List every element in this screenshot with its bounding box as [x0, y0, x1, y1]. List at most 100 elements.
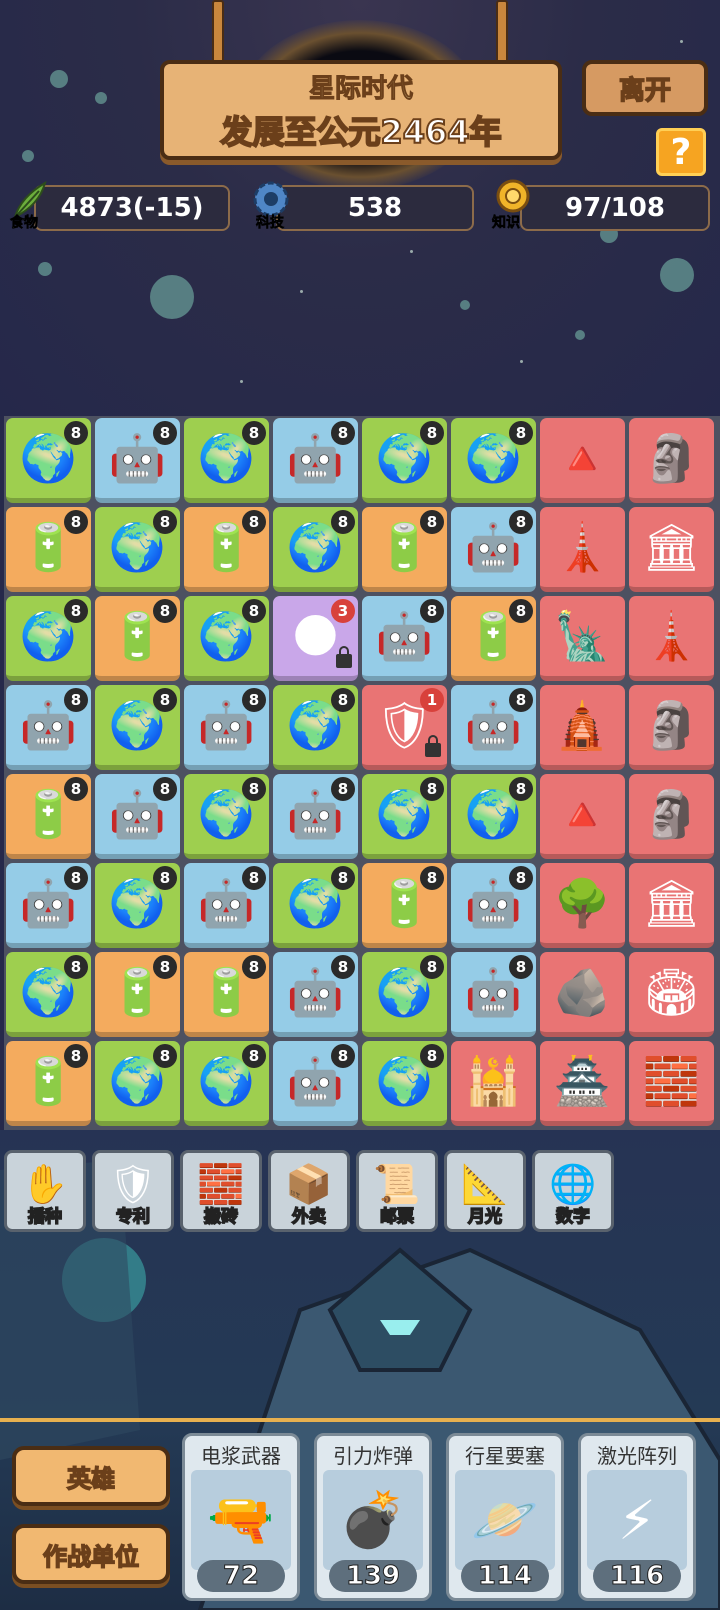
tile-battery[interactable]: 🔋 8 [95, 952, 180, 1037]
tile-knight[interactable]: 🛡 1 [362, 685, 447, 770]
unit-card-2[interactable]: 行星要塞 🪐 114 [446, 1433, 564, 1601]
wonder-tile-gardens[interactable]: 🌳 [540, 863, 625, 948]
tool-label: 播种 [27, 1206, 63, 1228]
tile-earth[interactable]: 🌍 8 [184, 596, 269, 681]
tile-level-badge: 8 [509, 510, 533, 534]
wonder-tile-liberty[interactable]: 🗽 [540, 596, 625, 681]
hero-button[interactable]: 英雄 [12, 1446, 170, 1506]
angkor-wat-icon: 🛕 [553, 698, 612, 752]
tool-button-6[interactable]: 🌐 数字 [532, 1150, 614, 1232]
tile-earth[interactable]: 🌍 8 [6, 418, 91, 503]
tool-button-3[interactable]: 📦 外卖 [268, 1150, 350, 1232]
tile-mecha[interactable]: 🤖 8 [184, 685, 269, 770]
tool-label: 月光 [467, 1206, 503, 1228]
wonder-tile-tajmahal[interactable]: 🕌 [451, 1041, 536, 1126]
tile-battery[interactable]: 🔋 8 [6, 1041, 91, 1126]
tile-battery[interactable]: 🔋 8 [184, 952, 269, 1037]
tile-earth[interactable]: 🌍 8 [273, 685, 358, 770]
tile-mecha[interactable]: 🤖 8 [451, 952, 536, 1037]
tile-earth[interactable]: 🌍 8 [184, 1041, 269, 1126]
tile-asteroid[interactable]: 🌑 3 [273, 596, 358, 681]
tile-earth[interactable]: 🌍 8 [362, 774, 447, 859]
tile-earth[interactable]: 🌍 8 [451, 774, 536, 859]
tile-earth[interactable]: 🌍 8 [95, 507, 180, 592]
unit-card-0[interactable]: 电浆武器 🔫 72 [182, 1433, 300, 1601]
wonder-tile-lighthouse[interactable]: 🗼 [629, 596, 714, 681]
tool-button-1[interactable]: 🛡 专利 [92, 1150, 174, 1232]
ancient-statue-icon: 🗿 [642, 698, 701, 752]
knowledge-label: 知识 [492, 215, 521, 232]
tech-counter: 538 [276, 185, 474, 231]
tile-battery[interactable]: 🔋 8 [6, 774, 91, 859]
tool-button-0[interactable]: ✋ 播种 [4, 1150, 86, 1232]
tile-mecha[interactable]: 🤖 8 [95, 418, 180, 503]
tile-battery[interactable]: 🔋 8 [362, 507, 447, 592]
wonder-tile-terracotta[interactable]: 🗿 [629, 418, 714, 503]
tile-mecha[interactable]: 🤖 8 [451, 685, 536, 770]
tile-level-badge: 8 [509, 421, 533, 445]
wonder-tile-colosseum[interactable]: 🏟 [629, 952, 714, 1037]
tile-mecha[interactable]: 🤖 8 [273, 418, 358, 503]
era-progress: 发展至公元2464年 [219, 112, 502, 152]
tile-earth[interactable]: 🌍 8 [451, 418, 536, 503]
tile-battery[interactable]: 🔋 8 [95, 596, 180, 681]
combat-units-button[interactable]: 作战单位 [12, 1524, 170, 1584]
tile-level-badge: 8 [420, 777, 444, 801]
wonder-tile-forbidden-city[interactable]: 🏯 [540, 1041, 625, 1126]
tool-button-4[interactable]: 📜 邮票 [356, 1150, 438, 1232]
card-name: 行星要塞 [465, 1444, 545, 1468]
tile-mecha[interactable]: 🤖 8 [273, 1041, 358, 1126]
tile-earth[interactable]: 🌍 8 [95, 1041, 180, 1126]
wonder-tile-zeus[interactable]: 🗿 [629, 774, 714, 859]
tile-mecha[interactable]: 🤖 8 [273, 774, 358, 859]
tile-level-badge: 8 [153, 421, 177, 445]
tile-earth[interactable]: 🌍 8 [95, 685, 180, 770]
unit-card-3[interactable]: 激光阵列 ⚡ 116 [578, 1433, 696, 1601]
tile-mecha[interactable]: 🤖 8 [95, 774, 180, 859]
tile-earth[interactable]: 🌍 8 [362, 1041, 447, 1126]
tile-earth[interactable]: 🌍 8 [273, 507, 358, 592]
help-button[interactable]: ? [656, 128, 706, 176]
tile-earth[interactable]: 🌍 8 [95, 863, 180, 948]
stamp-icon: 📜 [373, 1161, 421, 1206]
tile-mecha[interactable]: 🤖 8 [362, 596, 447, 681]
tile-battery[interactable]: 🔋 8 [451, 596, 536, 681]
tile-earth[interactable]: 🌍 8 [184, 774, 269, 859]
wonder-tile-stonehenge[interactable]: 🪨 [540, 952, 625, 1037]
wonder-tile-mausoleum[interactable]: 🏛 [629, 863, 714, 948]
tile-level-badge: 8 [64, 955, 88, 979]
card-cost: 72 [197, 1560, 285, 1592]
tile-battery[interactable]: 🔋 8 [184, 507, 269, 592]
tile-battery[interactable]: 🔋 8 [362, 863, 447, 948]
tool-label: 专利 [115, 1206, 151, 1228]
tile-earth[interactable]: 🌍 8 [273, 863, 358, 948]
tile-level-badge: 8 [64, 421, 88, 445]
tile-mecha[interactable]: 🤖 8 [451, 863, 536, 948]
unit-card-1[interactable]: 引力炸弹 💣 139 [314, 1433, 432, 1601]
wonder-tile-eiffel[interactable]: 🗼 [540, 507, 625, 592]
tile-mecha[interactable]: 🤖 8 [6, 863, 91, 948]
tile-mecha[interactable]: 🤖 8 [273, 952, 358, 1037]
tile-earth[interactable]: 🌍 8 [362, 418, 447, 503]
tile-earth[interactable]: 🌍 8 [362, 952, 447, 1037]
tool-button-2[interactable]: 🧱 搬砖 [180, 1150, 262, 1232]
delivery-box-icon: 📦 [285, 1161, 333, 1206]
tile-earth[interactable]: 🌍 8 [184, 418, 269, 503]
wonder-tile-chichen[interactable]: 🔺 [540, 774, 625, 859]
leave-button[interactable]: 离开 [582, 60, 708, 116]
tile-earth[interactable]: 🌍 8 [6, 952, 91, 1037]
tile-level-badge: 8 [242, 1044, 266, 1068]
tool-button-5[interactable]: 📐 月光 [444, 1150, 526, 1232]
tile-level-badge: 8 [64, 688, 88, 712]
wonder-tile-great-wall[interactable]: 🧱 [629, 1041, 714, 1126]
tile-battery[interactable]: 🔋 8 [6, 507, 91, 592]
tile-mecha[interactable]: 🤖 8 [6, 685, 91, 770]
tile-mecha[interactable]: 🤖 8 [451, 507, 536, 592]
wonder-tile-pyramid[interactable]: 🔺 [540, 418, 625, 503]
planet-fortress-icon: 🪐 [455, 1470, 555, 1570]
wonder-tile-statue[interactable]: 🗿 [629, 685, 714, 770]
wonder-tile-pisa[interactable]: 🏛 [629, 507, 714, 592]
tile-earth[interactable]: 🌍 8 [6, 596, 91, 681]
tile-mecha[interactable]: 🤖 8 [184, 863, 269, 948]
wonder-tile-angkor[interactable]: 🛕 [540, 685, 625, 770]
